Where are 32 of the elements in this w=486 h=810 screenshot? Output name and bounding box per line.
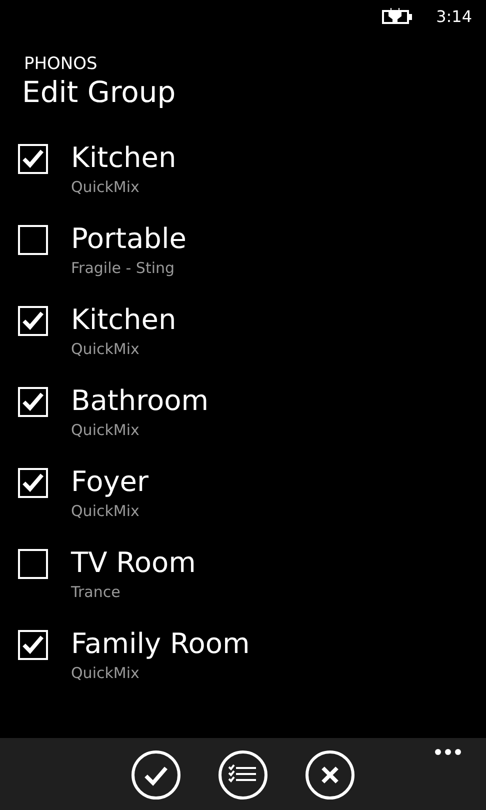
cancel-button[interactable] bbox=[305, 750, 355, 800]
room-subtitle: QuickMix bbox=[71, 177, 140, 198]
room-name: TV Room bbox=[71, 545, 196, 581]
checkbox[interactable] bbox=[18, 306, 48, 336]
checkbox[interactable] bbox=[18, 468, 48, 498]
room-name: Foyer bbox=[71, 464, 149, 500]
list-button[interactable] bbox=[218, 750, 268, 800]
room-name: Bathroom bbox=[71, 383, 209, 419]
cancel-icon bbox=[305, 750, 355, 800]
checkbox[interactable] bbox=[18, 387, 48, 417]
checkbox[interactable] bbox=[18, 144, 48, 174]
room-subtitle: QuickMix bbox=[71, 339, 140, 360]
clock-time: 3:14 bbox=[436, 6, 472, 26]
room-name: Family Room bbox=[71, 626, 250, 662]
checklist-icon bbox=[218, 750, 268, 800]
page-title: Edit Group bbox=[22, 74, 177, 110]
checkbox[interactable] bbox=[18, 549, 48, 579]
check-button[interactable] bbox=[131, 750, 181, 800]
room-subtitle: Fragile - Sting bbox=[71, 258, 175, 279]
app-title: PHONOS bbox=[24, 54, 98, 74]
room-subtitle: QuickMix bbox=[71, 663, 140, 684]
room-subtitle: QuickMix bbox=[71, 501, 140, 522]
room-name: Kitchen bbox=[71, 140, 176, 176]
check-icon bbox=[131, 750, 181, 800]
room-subtitle: QuickMix bbox=[71, 420, 140, 441]
battery-charging-icon bbox=[382, 8, 414, 24]
room-subtitle: Trance bbox=[71, 582, 120, 603]
checkbox[interactable] bbox=[18, 225, 48, 255]
room-name: Portable bbox=[71, 221, 186, 257]
more-icon[interactable] bbox=[434, 748, 462, 756]
checkbox[interactable] bbox=[18, 630, 48, 660]
room-name: Kitchen bbox=[71, 302, 176, 338]
